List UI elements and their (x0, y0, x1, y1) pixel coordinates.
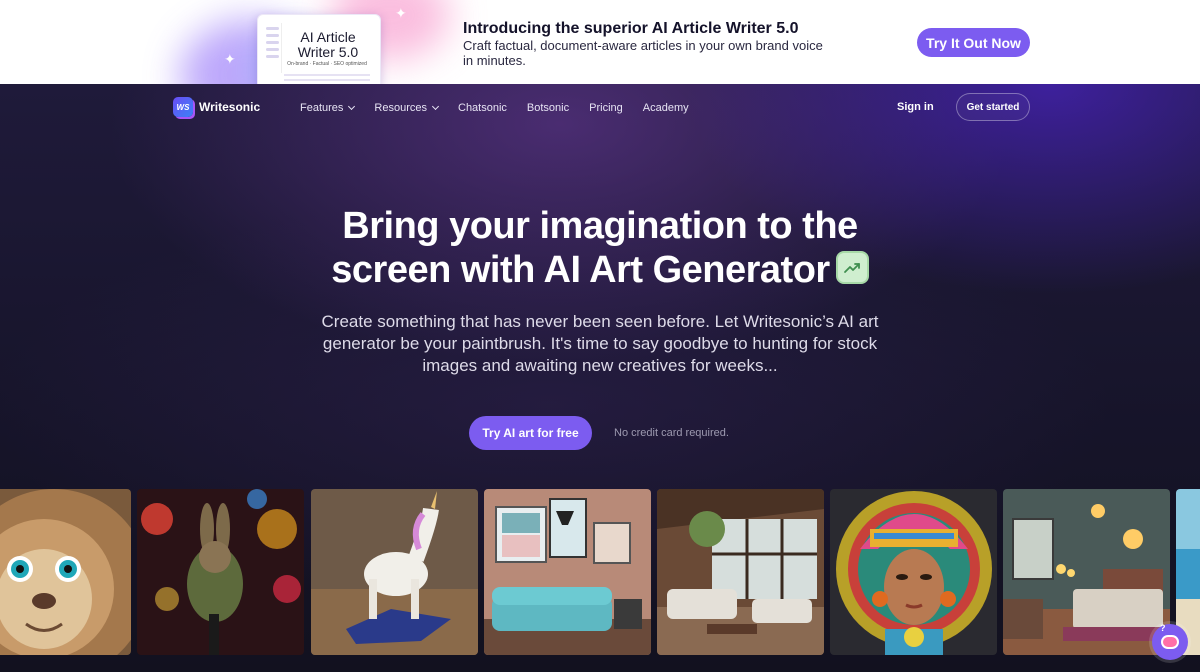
hero-subtext: Create something that has never been see… (321, 312, 879, 375)
hero-section: WS Writesonic Features Resources Chatson… (0, 84, 1200, 672)
brain-icon (1161, 635, 1179, 649)
main-nav: Features Resources Chatsonic Botsonic Pr… (300, 102, 709, 114)
headline-line-1: Bring your imagination to the (342, 205, 858, 247)
hero-headline: Bring your imagination to the screen wit… (0, 204, 1200, 292)
nav-item-label: Chatsonic (458, 102, 507, 114)
no-credit-card-note: No credit card required. (614, 427, 729, 439)
nav-item-label: Academy (642, 102, 689, 114)
help-icon: ? (1160, 623, 1166, 633)
try-ai-art-button[interactable]: Try AI art for free (469, 416, 592, 450)
promo-card-tags: On-brand · Factual · SEO optimized (287, 61, 367, 67)
nav-item-resources[interactable]: Resources (374, 102, 440, 114)
chat-widget-button[interactable]: ? (1152, 623, 1188, 660)
rabbit-cyclist-image (137, 489, 304, 655)
nav-item-label: Botsonic (526, 102, 570, 114)
try-it-out-button[interactable]: Try It Out Now (917, 28, 1030, 57)
nav-item-botsonic[interactable]: Botsonic (527, 102, 569, 114)
promo-subtext: Craft factual, document-aware articles i… (463, 38, 823, 68)
promo-card-image: AI Article Writer 5.0 On-brand · Factual… (257, 14, 381, 84)
trending-up-icon (835, 251, 869, 285)
sparkle-icon: ✦ (224, 51, 236, 67)
unicorn-sculpture-image (311, 489, 478, 655)
headline-line-2: screen with AI Art Generator (331, 249, 830, 291)
aztec-woman-image (830, 489, 997, 655)
nav-item-academy[interactable]: Academy (643, 102, 689, 114)
nav-item-chatsonic[interactable]: Chatsonic (458, 102, 507, 114)
chevron-down-icon (431, 102, 440, 111)
lion-image (0, 489, 131, 655)
nav-item-label: Features (300, 102, 344, 114)
nav-item-label: Pricing (589, 102, 623, 114)
promo-banner: ✦ ✦ AI Article Writer 5.0 On-brand · Fac… (0, 0, 1200, 84)
chevron-down-icon (348, 102, 356, 111)
nav-item-label: Resources (374, 102, 427, 114)
promo-card-title: AI Article Writer 5.0 (297, 29, 359, 60)
living-room-image (657, 489, 824, 655)
writesonic-logo-icon: WS (173, 97, 193, 117)
ai-art-gallery (0, 489, 1200, 655)
nav-item-pricing[interactable]: Pricing (589, 102, 623, 114)
sparkle-icon: ✦ (395, 5, 407, 21)
get-started-button[interactable]: Get started (956, 93, 1030, 121)
nav-item-features[interactable]: Features (300, 102, 356, 114)
bedroom-image (1003, 489, 1170, 655)
sign-in-link[interactable]: Sign in (897, 101, 934, 113)
promo-heading: Introducing the superior AI Article Writ… (463, 20, 799, 37)
teal-sofa-room-image (484, 489, 651, 655)
logo-text: Writesonic (199, 100, 261, 114)
writesonic-logo[interactable]: WS Writesonic (173, 97, 260, 117)
